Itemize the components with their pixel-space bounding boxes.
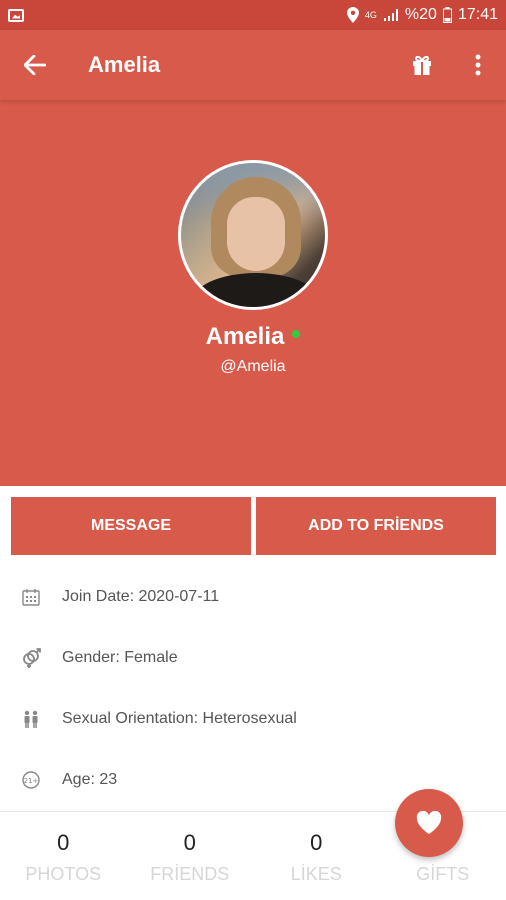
- message-button[interactable]: MESSAGE: [11, 497, 251, 555]
- clock: 17:41: [457, 6, 498, 23]
- back-button[interactable]: [0, 30, 70, 100]
- profile-name: Amelia: [205, 323, 285, 350]
- people-icon: [24, 710, 38, 728]
- svg-text:21+: 21+: [24, 777, 39, 785]
- stat-friends[interactable]: 0 FRİENDS: [127, 812, 254, 900]
- arrow-back-icon: [24, 55, 46, 75]
- gift-button[interactable]: [394, 30, 450, 100]
- gender-text: Gender: Female: [62, 649, 178, 666]
- age-badge-icon: 21+: [22, 771, 40, 789]
- signal-icon: [383, 9, 398, 21]
- orientation-text: Sexual Orientation: Heterosexual: [62, 710, 297, 727]
- age-text: Age: 23: [62, 771, 118, 788]
- stat-photos[interactable]: 0 PHOTOS: [0, 812, 127, 900]
- profile-name-row: Amelia: [0, 323, 506, 351]
- stat-value: 0: [310, 830, 323, 855]
- add-to-friends-button[interactable]: ADD TO FRİENDS: [256, 497, 496, 555]
- join-date-text: Join Date: 2020-07-11: [62, 588, 220, 605]
- gender-icon: [23, 648, 41, 668]
- info-row-join-date: Join Date: 2020-07-11: [0, 567, 506, 627]
- stat-value: 0: [183, 830, 196, 855]
- stat-likes[interactable]: 0 LİKES: [253, 812, 380, 900]
- info-row-gender: Gender: Female: [0, 628, 506, 688]
- stat-label: FRİENDS: [150, 864, 230, 884]
- more-options-button[interactable]: [450, 30, 506, 100]
- network-type: 4G: [364, 9, 377, 20]
- profile-handle: @Amelia: [220, 358, 286, 375]
- battery-percent: %20: [404, 6, 437, 23]
- stat-value: 0: [57, 830, 70, 855]
- heart-icon: [416, 811, 442, 834]
- profile-header: Amelia @Amelia: [0, 100, 506, 486]
- location-icon: [346, 7, 359, 23]
- calendar-icon: [22, 589, 40, 606]
- stat-label: LİKES: [290, 864, 342, 884]
- stat-label: GİFTS: [416, 864, 470, 884]
- battery-icon: [442, 7, 452, 23]
- like-button[interactable]: [395, 789, 463, 857]
- avatar[interactable]: [178, 160, 328, 310]
- image-notification-icon: [8, 8, 24, 22]
- stat-label: PHOTOS: [25, 864, 102, 884]
- page-title: Amelia: [88, 52, 161, 77]
- info-row-orientation: Sexual Orientation: Heterosexual: [0, 689, 506, 749]
- more-vert-icon: [475, 54, 481, 76]
- status-bar: 4G %20 17:41: [0, 0, 506, 30]
- gift-icon: [413, 55, 431, 75]
- app-bar: Amelia: [0, 30, 506, 100]
- online-status-dot: [292, 329, 301, 338]
